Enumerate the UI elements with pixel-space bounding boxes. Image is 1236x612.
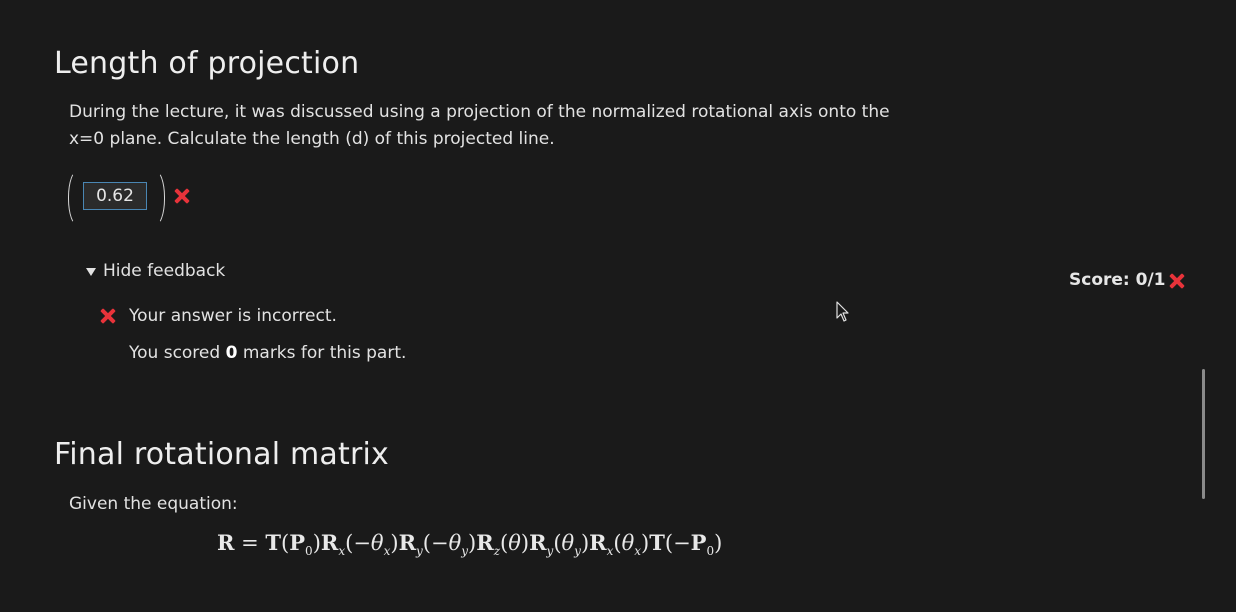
- right-paren: [154, 170, 165, 226]
- left-paren: [68, 170, 79, 226]
- part-prompt-2: Given the equation:: [69, 494, 238, 514]
- equation: R = T(P0)Rx(−θx)Ry(−θy)Rz(θ)Ry(θy)Rx(θx)…: [217, 530, 723, 558]
- hide-feedback-button[interactable]: Hide feedback: [86, 261, 225, 281]
- answer-input[interactable]: [83, 182, 147, 210]
- feedback-message: Your answer is incorrect.: [129, 306, 337, 326]
- score-cross-icon: [1168, 272, 1186, 290]
- mouse-cursor-icon: [836, 301, 849, 322]
- part-title-length-of-projection: Length of projection: [54, 46, 360, 81]
- hide-feedback-label: Hide feedback: [103, 261, 226, 281]
- scrollbar-thumb[interactable]: [1202, 369, 1205, 499]
- marks-prefix: You scored: [129, 343, 226, 363]
- score-label: Score: 0/1: [1069, 270, 1166, 290]
- marks-value: 0: [225, 343, 238, 363]
- incorrect-cross-icon: [173, 187, 191, 205]
- marks-suffix: marks for this part.: [237, 343, 407, 363]
- marks-message: You scored 0 marks for this part.: [129, 343, 406, 363]
- triangle-down-icon: [86, 267, 96, 276]
- matrix-answer: [66, 170, 166, 226]
- part-title-final-rotational-matrix: Final rotational matrix: [54, 437, 389, 472]
- feedback-cross-icon: [99, 307, 117, 325]
- part-prompt: During the lecture, it was discussed usi…: [69, 102, 890, 149]
- page: Length of projection During the lecture,…: [0, 0, 1236, 612]
